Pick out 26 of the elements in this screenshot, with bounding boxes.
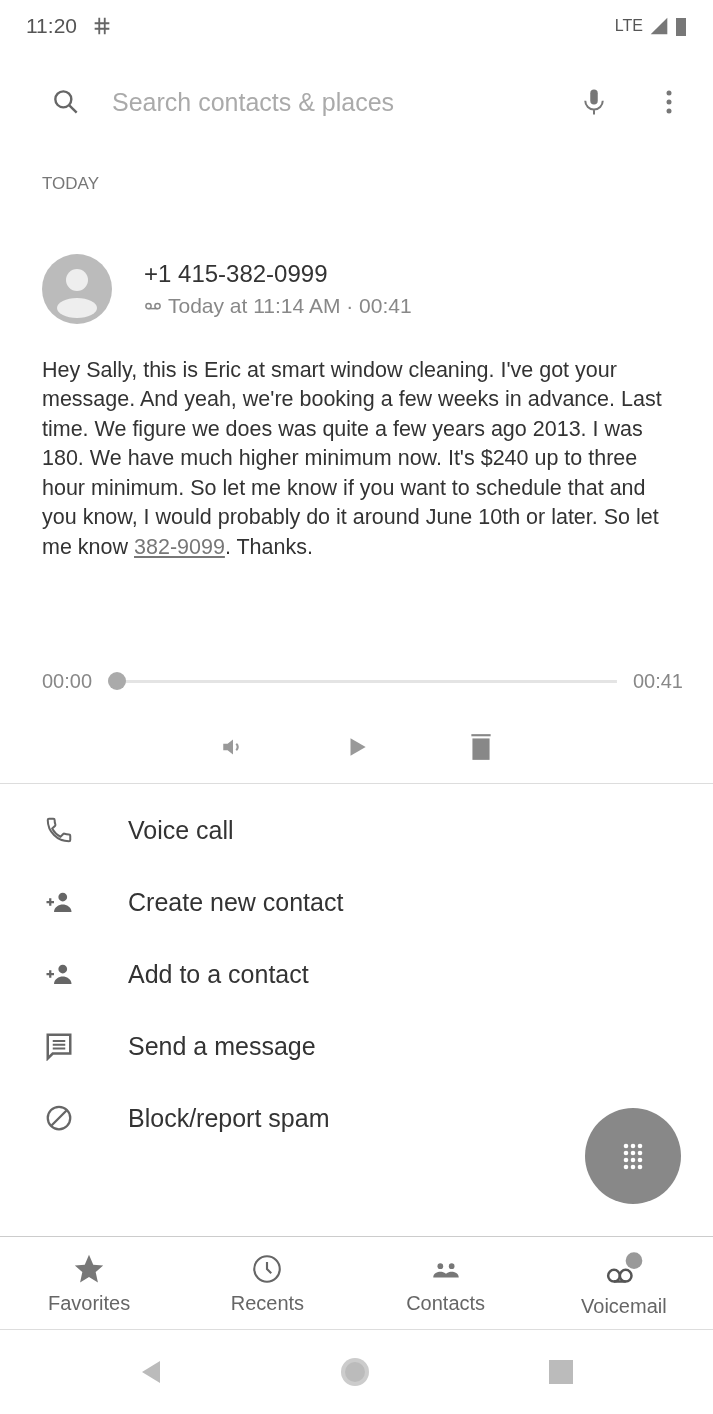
nav-tab[interactable]: Voicemail: [534, 1247, 713, 1319]
avatar-icon: [42, 254, 112, 324]
phone-icon: [44, 815, 74, 845]
search-field[interactable]: Search contacts & places: [110, 86, 547, 118]
phone-number: +1 415-382-0999: [144, 260, 329, 288]
section-header: TODAY: [42, 174, 99, 193]
playback-thumb[interactable]: [108, 672, 127, 690]
block-icon: [44, 1103, 74, 1133]
nav-tab[interactable]: Contacts: [356, 1250, 535, 1316]
elapsed-time: 00:00: [42, 669, 93, 693]
voicemail-transcript: Hey Sally, this is Eric at smart window cleaning. I've got your message. And yeah, we're booking a few weeks in advance. Last time. We figure we does was quite a few years ago 2013. I was 180. We have much higher minimum now. It's $240 up to three hour minimum. So let me know if you want to schedule that and you know, I would probably do it around June 10th or later. So let me know 382-9099. Thanks.: [41, 357, 663, 561]
action-item[interactable]: Voice call: [0, 794, 713, 866]
action-item[interactable]: Create new contact: [0, 866, 713, 938]
signal-icon: [649, 16, 669, 36]
call-time: Today at 11:14 AM · 00:41: [168, 294, 412, 318]
action-item[interactable]: Block/report spam: [0, 1082, 713, 1154]
nav-tab[interactable]: Recents: [178, 1250, 357, 1316]
battery-icon: [675, 16, 687, 36]
message-icon: [44, 1031, 74, 1061]
nav-tab[interactable]: Favorites: [0, 1250, 179, 1316]
network-label: LTE: [614, 17, 643, 35]
total-time: 00:41: [632, 669, 683, 693]
phone-link[interactable]: 382-9099: [134, 534, 225, 559]
action-item[interactable]: Send a message: [0, 1010, 713, 1082]
clock-time: 11:20: [26, 14, 77, 38]
action-item[interactable]: Add to a contact: [0, 938, 713, 1010]
